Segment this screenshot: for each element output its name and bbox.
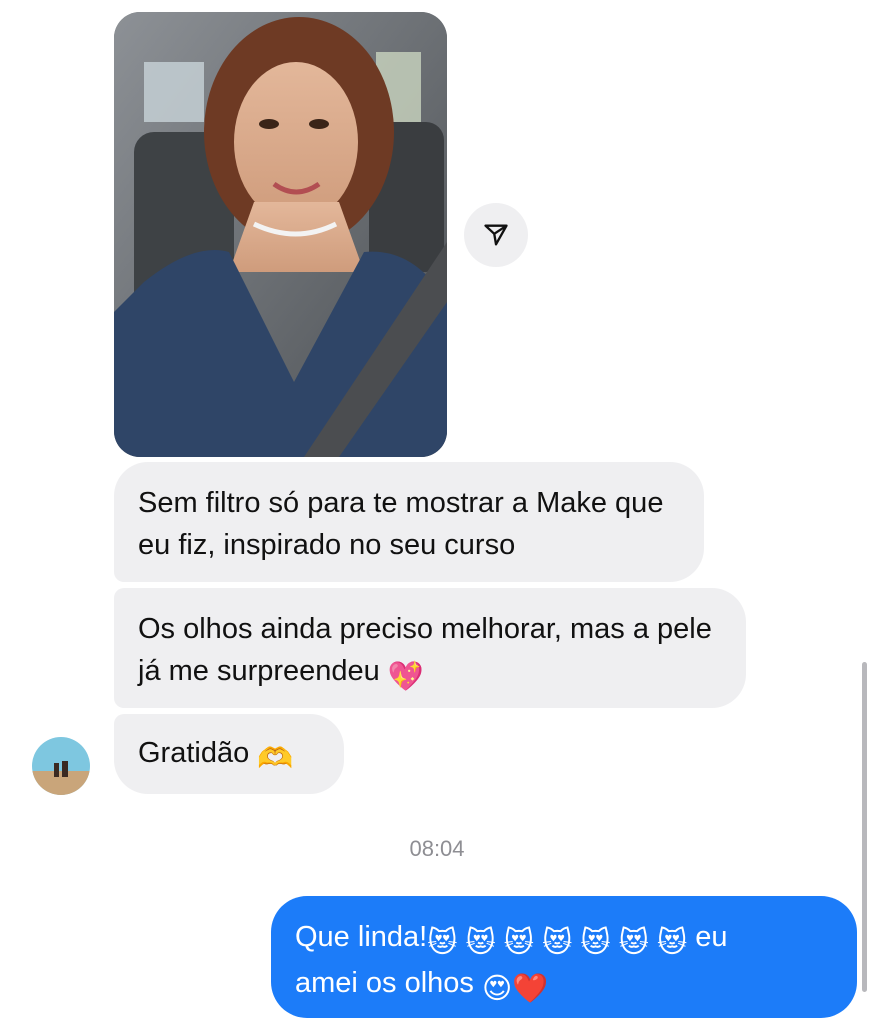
heart-hands-icon: 🫶 xyxy=(257,743,294,775)
message-line: amei os olhos 😍❤️ xyxy=(295,963,833,1009)
message-text: Os olhos ainda preciso melhorar, mas a p… xyxy=(138,613,712,687)
timestamp: 08:04 xyxy=(409,836,465,861)
heart-eyes-icon: 😍❤️ xyxy=(482,973,549,1005)
scrollbar[interactable] xyxy=(862,662,867,992)
message-text: amei os olhos xyxy=(295,967,474,999)
message-line: Que linda!😻 😻 😻 😻 😻 😻 😻 eu xyxy=(295,917,833,963)
message-text: Que linda! xyxy=(295,921,428,953)
incoming-message[interactable]: Os olhos ainda preciso melhorar, mas a p… xyxy=(114,588,746,708)
avatar[interactable] xyxy=(32,737,90,795)
avatar-image xyxy=(32,737,90,795)
photo-message[interactable] xyxy=(114,12,447,457)
selfie-photo xyxy=(114,12,447,457)
message-text: eu xyxy=(695,921,728,953)
sparkling-heart-icon: 💖 xyxy=(387,661,424,693)
chat-thread: Sem filtro só para te mostrar a Make que… xyxy=(0,0,874,1024)
incoming-message[interactable]: Sem filtro só para te mostrar a Make que… xyxy=(114,462,704,582)
outgoing-message[interactable]: Que linda!😻 😻 😻 😻 😻 😻 😻 eu amei os olhos… xyxy=(271,896,857,1018)
paper-plane-icon xyxy=(484,224,508,246)
message-text: Sem filtro só para te mostrar a Make que… xyxy=(138,487,664,561)
heart-eyes-cat-icons: 😻 😻 😻 😻 😻 😻 😻 xyxy=(427,927,688,959)
message-text: Gratidão xyxy=(138,737,250,769)
incoming-message[interactable]: Gratidão 🫶 xyxy=(114,714,344,794)
share-button[interactable] xyxy=(464,203,528,267)
